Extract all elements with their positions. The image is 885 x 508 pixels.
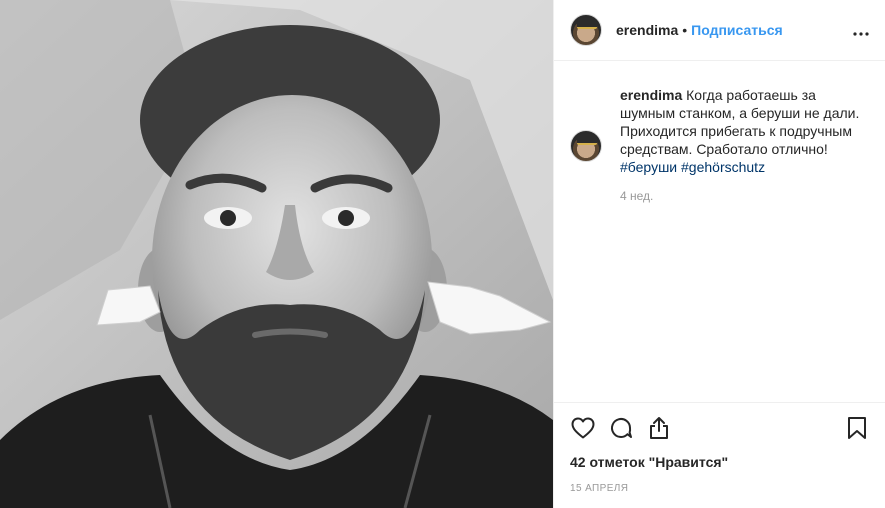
share-icon[interactable]: [646, 415, 672, 441]
bookmark-icon[interactable]: [844, 415, 870, 441]
post-details-panel: erendima • Подписаться erendima Когда ра…: [553, 0, 885, 508]
action-bar: [570, 413, 870, 443]
caption-username[interactable]: erendima: [620, 87, 682, 103]
caption-comment: erendima Когда работаешь за шумным станк…: [570, 86, 870, 203]
post-actions-section: 42 отметок "Нравится" 15 АПРЕЛЯ: [554, 402, 885, 508]
heart-icon[interactable]: [570, 415, 596, 441]
caption-text: erendima Когда работаешь за шумным станк…: [620, 86, 870, 176]
likes-count[interactable]: 42 отметок "Нравится": [570, 454, 870, 470]
author-username[interactable]: erendima: [616, 22, 678, 38]
author-avatar[interactable]: [570, 14, 602, 46]
post-photo[interactable]: [0, 0, 553, 508]
comment-icon[interactable]: [608, 415, 634, 441]
follow-button[interactable]: Подписаться: [691, 22, 783, 38]
more-options-icon[interactable]: [853, 21, 869, 39]
post-header: erendima • Подписаться: [554, 0, 885, 61]
hashtag-link[interactable]: #gehörschutz: [681, 159, 765, 175]
caption-avatar[interactable]: [570, 130, 602, 162]
post-date[interactable]: 15 АПРЕЛЯ: [570, 483, 870, 494]
portrait-image: [0, 0, 553, 508]
header-separator: •: [682, 22, 688, 38]
comment-time[interactable]: 4 нед.: [620, 189, 870, 203]
hashtag-link[interactable]: #беруши: [620, 159, 677, 175]
